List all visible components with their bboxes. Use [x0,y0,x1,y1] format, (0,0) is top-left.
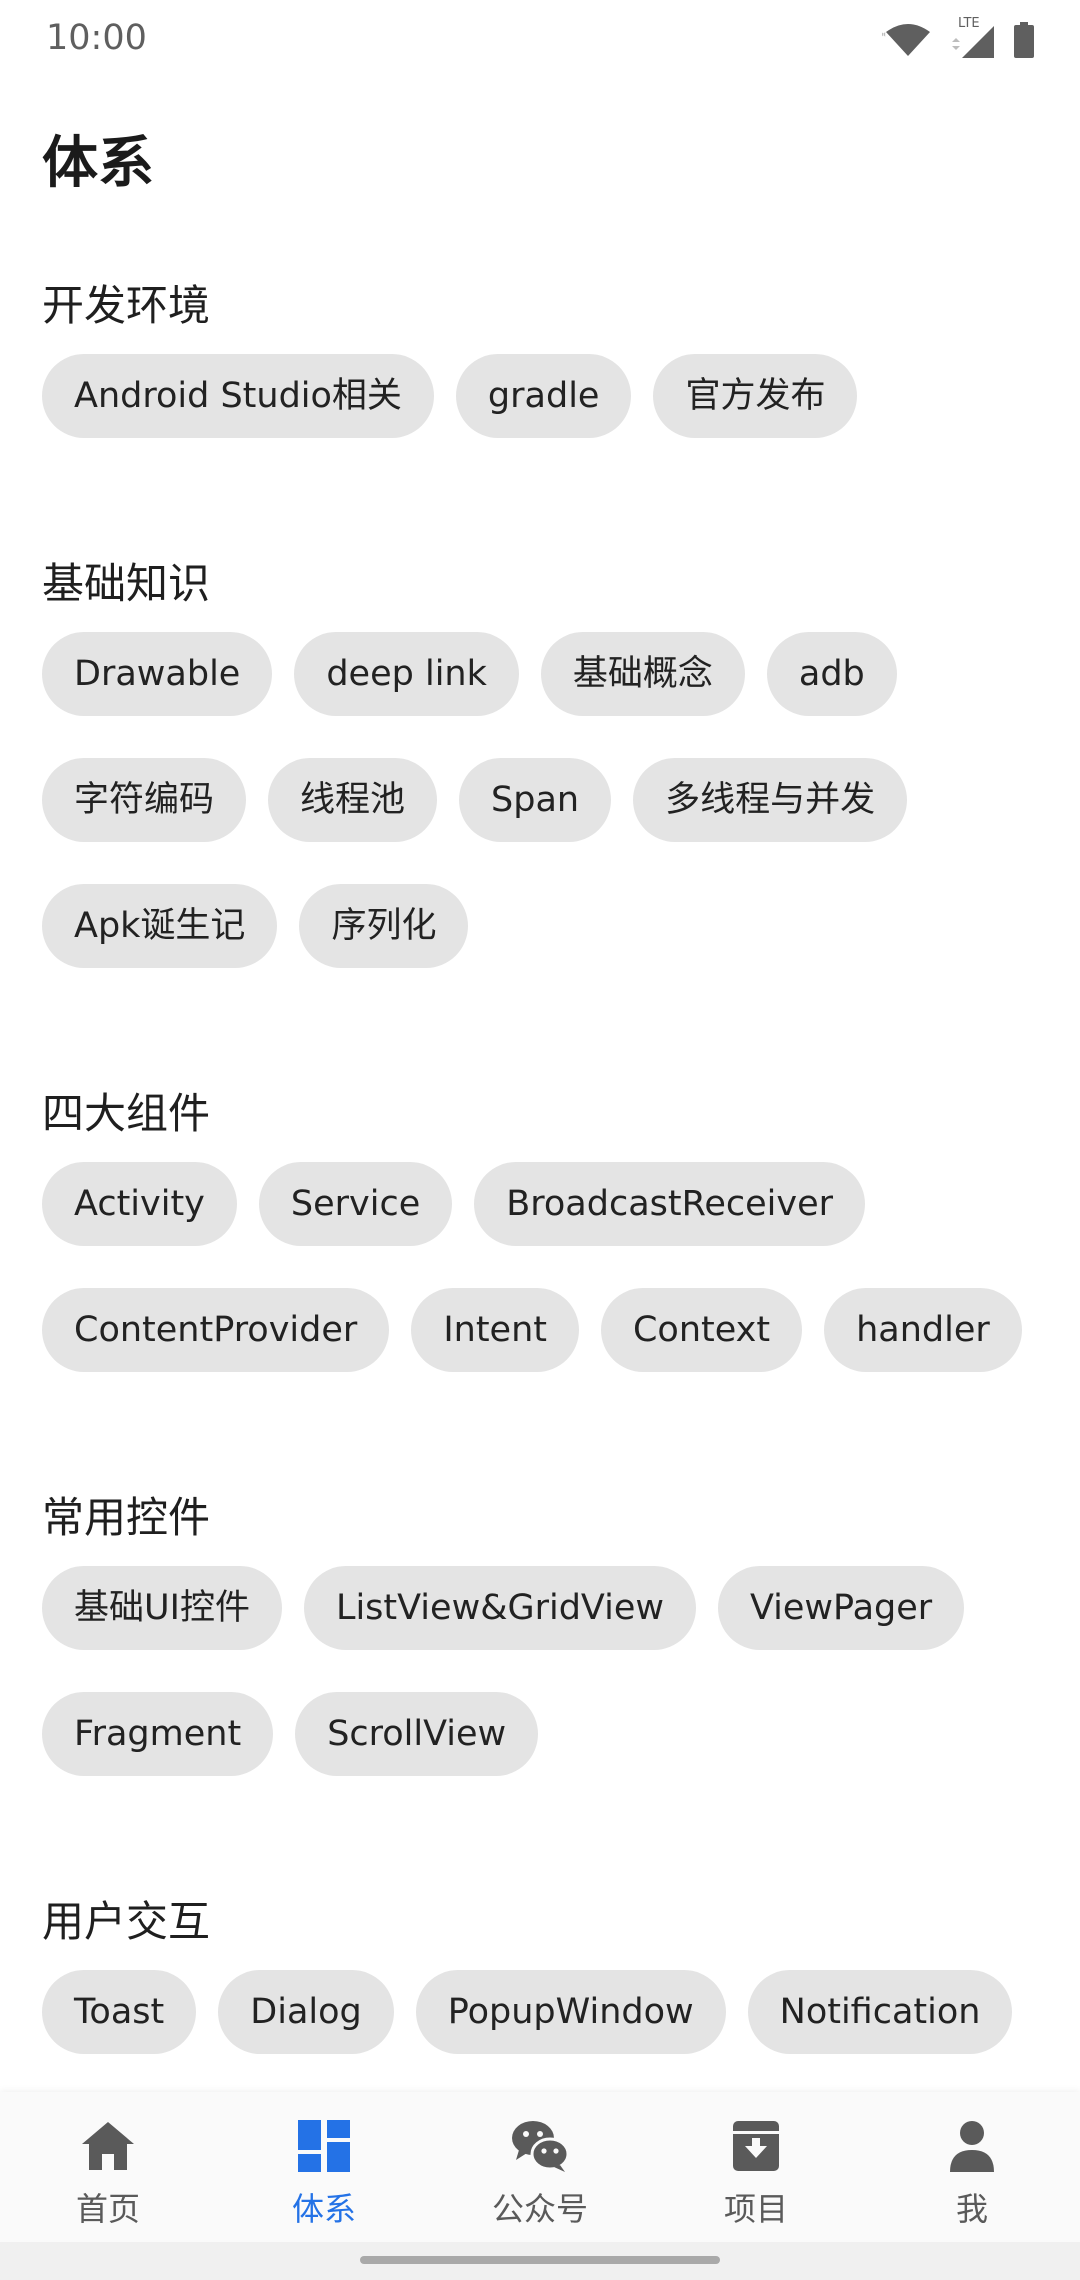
chip-adb[interactable]: adb [766,632,897,716]
chip-scrollview[interactable]: ScrollView [295,1692,539,1776]
section-title: 基础知识 [42,559,211,608]
chip-intent[interactable]: Intent [411,1288,579,1372]
wifi-icon [882,20,934,60]
chip-broadcast-receiver[interactable]: BroadcastReceiver [474,1162,866,1246]
chip-activity[interactable]: Activity [42,1162,237,1246]
home-gesture-handle[interactable] [360,2256,720,2264]
nav-label: 公众号 [491,2190,588,2228]
section-title: 常用控件 [42,1493,211,1542]
chip-official-release[interactable]: 官方发布 [653,354,858,438]
app-screen: 10:00 LTE 体系 开发环境 Android Studio相关 gradl… [0,0,1080,2280]
chip-notification[interactable]: Notification [747,1970,1013,2054]
chip-group: Activity Service BroadcastReceiver Conte… [42,1162,1042,1372]
archive-icon [726,2118,786,2174]
chip-toast[interactable]: Toast [42,1970,197,2054]
chip-serialization[interactable]: 序列化 [299,884,469,968]
chip-group: Android Studio相关 gradle 官方发布 [42,354,1042,438]
status-time: 10:00 [46,18,147,58]
chip-handler[interactable]: handler [824,1288,1022,1372]
section-title: 用户交互 [42,1897,211,1946]
dashboard-icon [294,2118,354,2174]
cell-signal-icon: LTE [948,16,998,60]
chip-apk-birth[interactable]: Apk诞生记 [42,884,278,968]
chip-viewpager[interactable]: ViewPager [718,1566,965,1650]
nav-item-wechat-accounts[interactable]: 公众号 [432,2092,648,2242]
chip-thread-pool[interactable]: 线程池 [268,758,438,842]
chip-multithreading[interactable]: 多线程与并发 [633,758,908,842]
chip-span[interactable]: Span [459,758,612,842]
person-icon [942,2118,1002,2174]
gesture-navigation-bar [0,2242,1080,2280]
chip-listview-gridview[interactable]: ListView&GridView [303,1566,696,1650]
nav-label: 我 [955,2190,988,2228]
status-bar: 10:00 LTE [0,0,1080,80]
nav-item-system[interactable]: 体系 [216,2092,432,2242]
section-title: 四大组件 [42,1089,211,1138]
chip-deep-link[interactable]: deep link [294,632,519,716]
battery-icon [1012,20,1036,60]
chip-service[interactable]: Service [258,1162,453,1246]
nav-item-home[interactable]: 首页 [0,2092,216,2242]
status-icons: LTE [882,16,1036,60]
nav-label: 首页 [75,2190,140,2228]
nav-item-projects[interactable]: 项目 [648,2092,864,2242]
nav-item-me[interactable]: 我 [864,2092,1080,2242]
wechat-icon [510,2118,570,2174]
chip-group: Drawable deep link 基础概念 adb 字符编码 线程池 Spa… [42,632,1042,968]
chip-drawable[interactable]: Drawable [42,632,273,716]
chip-fragment[interactable]: Fragment [42,1692,274,1776]
section-title: 开发环境 [42,281,211,330]
nav-label: 项目 [723,2190,788,2228]
chip-popupwindow[interactable]: PopupWindow [415,1970,726,2054]
chip-group: 基础UI控件 ListView&GridView ViewPager Fragm… [42,1566,1042,1776]
chip-char-encoding[interactable]: 字符编码 [42,758,247,842]
chip-gradle[interactable]: gradle [455,354,632,438]
page-title: 体系 [42,131,154,196]
chip-group: Toast Dialog PopupWindow Notification [42,1970,1042,2054]
bottom-navigation: 首页 体系 公众号 项目 我 [0,2092,1080,2242]
home-icon [78,2118,138,2174]
chip-context[interactable]: Context [600,1288,803,1372]
chip-dialog[interactable]: Dialog [218,1970,394,2054]
chip-basic-ui-widgets[interactable]: 基础UI控件 [42,1566,282,1650]
chip-basic-concepts[interactable]: 基础概念 [540,632,745,716]
chip-android-studio[interactable]: Android Studio相关 [42,354,434,438]
nav-label: 体系 [291,2190,356,2228]
chip-content-provider[interactable]: ContentProvider [42,1288,390,1372]
